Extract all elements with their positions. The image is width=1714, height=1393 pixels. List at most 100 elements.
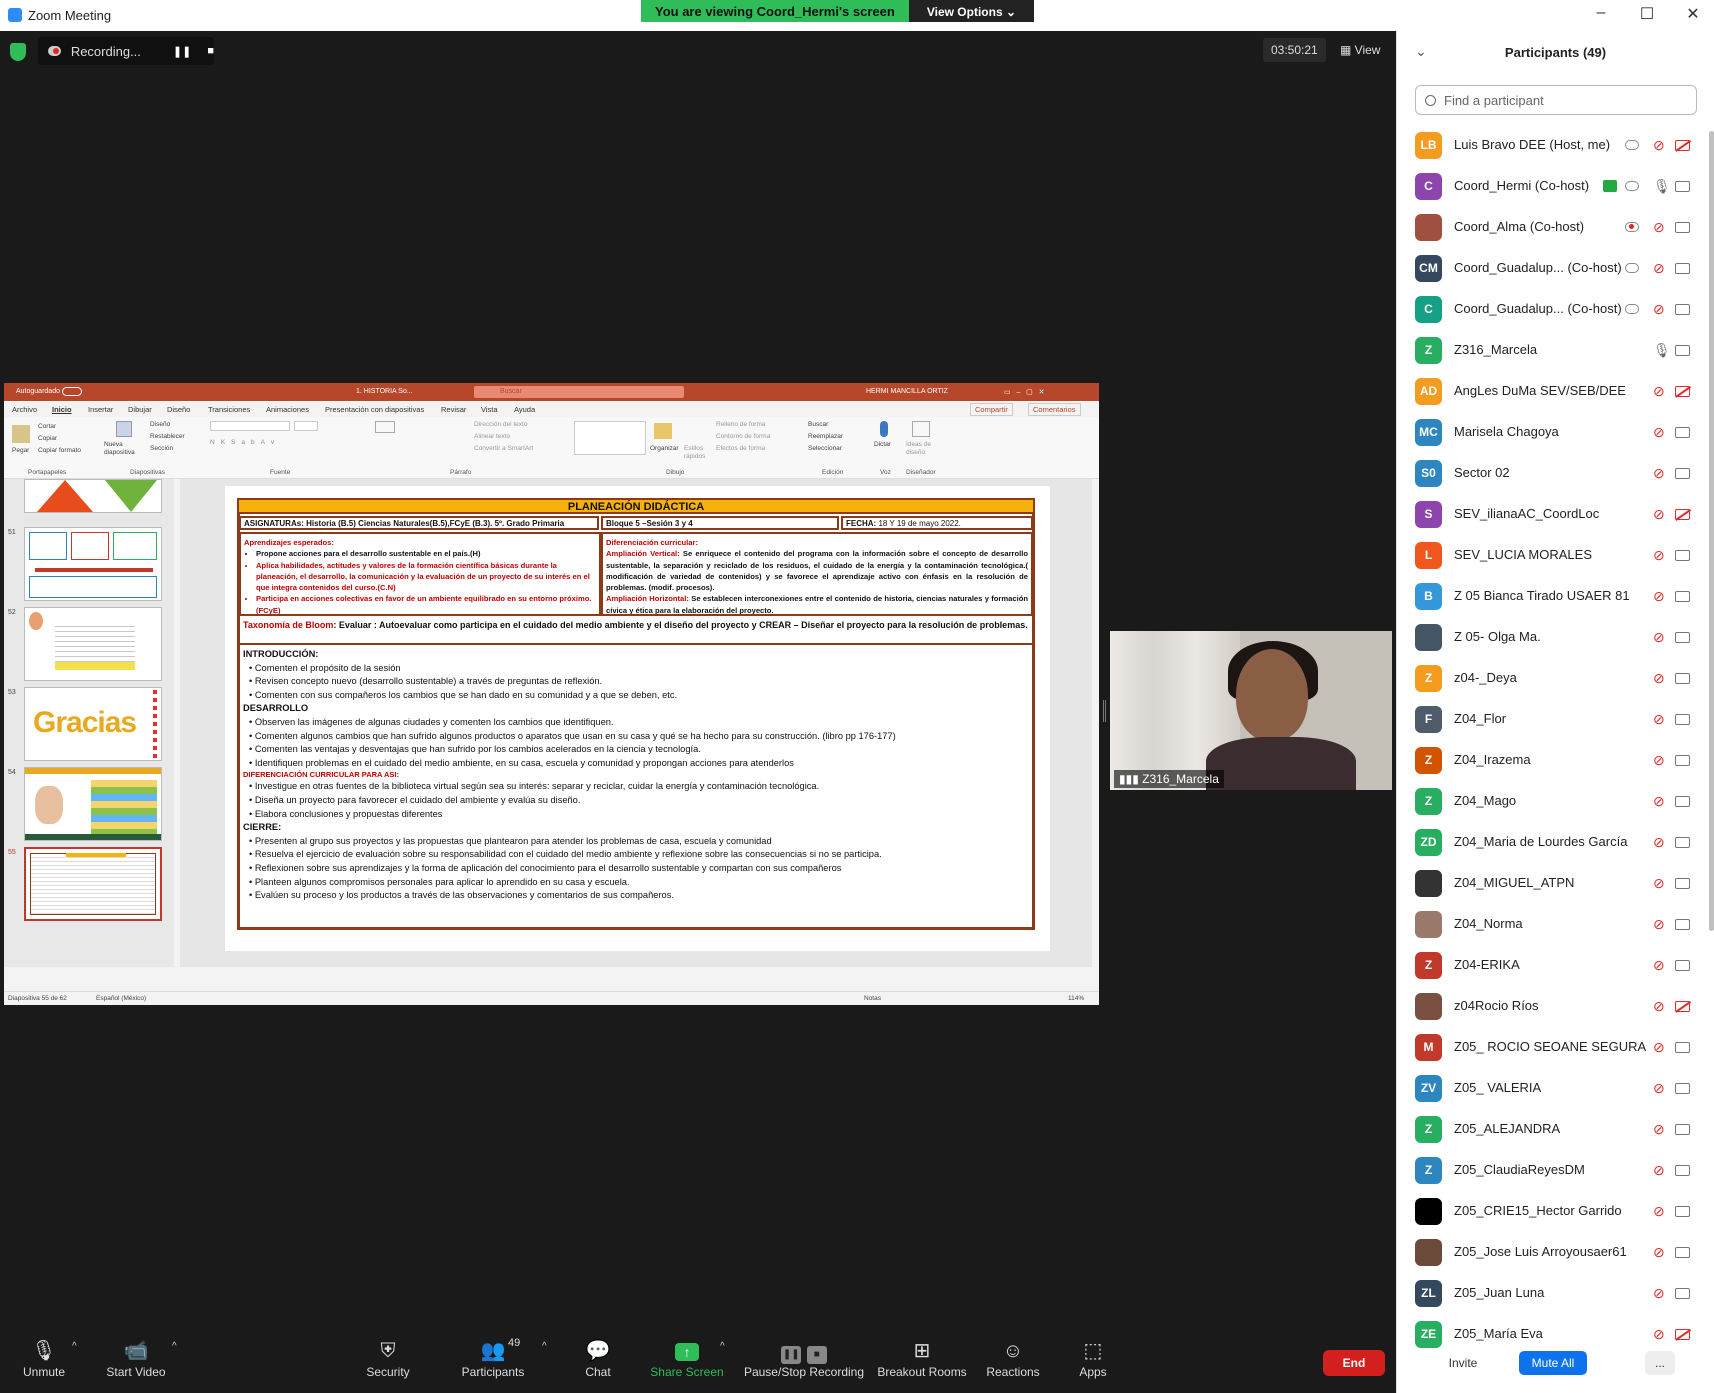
video-icon[interactable] — [1675, 1165, 1690, 1176]
start-video-button[interactable]: 📹 Start Video — [102, 1337, 170, 1379]
video-icon[interactable] — [1675, 673, 1690, 684]
video-icon[interactable] — [1675, 919, 1690, 930]
end-meeting-button[interactable]: End — [1323, 1350, 1385, 1376]
video-icon[interactable] — [1675, 550, 1690, 561]
participant-row[interactable]: MC Marisela Chagoya ⊘ — [1397, 412, 1714, 453]
mic-muted-icon[interactable]: ⊘ — [1653, 547, 1665, 564]
video-icon[interactable] — [1675, 837, 1690, 848]
participant-row[interactable]: Z Z04_Irazema ⊘ — [1397, 740, 1714, 781]
mic-muted-icon[interactable]: ⊘ — [1653, 301, 1665, 318]
mic-muted-icon[interactable]: ⊘ — [1653, 1121, 1665, 1138]
participants-options-caret[interactable]: ^ — [542, 1341, 547, 1352]
video-icon[interactable] — [1675, 263, 1690, 274]
mic-muted-icon[interactable]: ⊘ — [1653, 137, 1665, 154]
mic-muted-icon[interactable]: ⊘ — [1653, 1244, 1665, 1261]
mic-icon[interactable]: 🎙 — [1653, 342, 1671, 359]
view-button[interactable]: ▦ View — [1334, 38, 1386, 62]
stop-recording-icon[interactable]: ■ — [207, 45, 214, 57]
video-icon[interactable] — [1675, 222, 1690, 233]
mic-muted-icon[interactable]: ⊘ — [1653, 1039, 1665, 1056]
video-icon[interactable] — [1675, 468, 1690, 479]
mic-muted-icon[interactable]: ⊘ — [1653, 834, 1665, 851]
participant-row[interactable]: CM Coord_Guadalup... (Co-host) ⊘ — [1397, 248, 1714, 289]
share-screen-button[interactable]: ↑ Share Screen — [648, 1337, 726, 1379]
mic-muted-icon[interactable]: ⊘ — [1653, 219, 1665, 236]
video-icon[interactable] — [1675, 591, 1690, 602]
participant-row[interactable]: Z Z04_Mago ⊘ — [1397, 781, 1714, 822]
participant-row[interactable]: AD AngLes DuMa SEV/SEB/DEE ⊘ — [1397, 371, 1714, 412]
minimize-icon[interactable]: – — [1586, 4, 1616, 22]
pause-stop-recording-button[interactable]: ❚❚ ■ Pause/Stop Recording — [742, 1337, 866, 1379]
video-off-icon[interactable] — [1675, 140, 1690, 151]
maximize-icon[interactable]: ☐ — [1632, 4, 1662, 24]
video-icon[interactable] — [1675, 304, 1690, 315]
video-off-icon[interactable] — [1675, 509, 1690, 520]
participant-row[interactable]: Zz04-_Deya ⊘ — [1397, 658, 1714, 699]
participant-row[interactable]: Z04_Norma ⊘ — [1397, 904, 1714, 945]
video-icon[interactable] — [1675, 181, 1690, 192]
participant-row[interactable]: F Z04_Flor ⊘ — [1397, 699, 1714, 740]
video-icon[interactable] — [1675, 796, 1690, 807]
video-icon[interactable] — [1675, 427, 1690, 438]
participant-row[interactable]: Z 05- Olga Ma. ⊘ — [1397, 617, 1714, 658]
mic-muted-icon[interactable]: ⊘ — [1653, 588, 1665, 605]
participant-row[interactable]: Z05_CRIE15_Hector Garrido ⊘ — [1397, 1191, 1714, 1232]
video-icon[interactable] — [1675, 632, 1690, 643]
participant-row[interactable]: Z Z05_ALEJANDRA ⊘ — [1397, 1109, 1714, 1150]
mic-muted-icon[interactable]: ⊘ — [1653, 1080, 1665, 1097]
participants-scrollbar[interactable] — [1709, 131, 1714, 931]
mic-muted-icon[interactable]: ⊘ — [1653, 424, 1665, 441]
video-icon[interactable] — [1675, 1083, 1690, 1094]
video-off-icon[interactable] — [1675, 386, 1690, 397]
chat-button[interactable]: 💬 Chat — [580, 1337, 616, 1379]
mic-muted-icon[interactable]: ⊘ — [1653, 1285, 1665, 1302]
video-icon[interactable] — [1675, 1247, 1690, 1258]
participant-video-tile[interactable]: ▮▮▮ Z316_Marcela — [1110, 631, 1392, 790]
video-icon[interactable] — [1675, 1042, 1690, 1053]
security-button[interactable]: ⛨ Security — [362, 1337, 414, 1379]
invite-button[interactable]: Invite — [1435, 1351, 1491, 1375]
video-off-icon[interactable] — [1675, 1329, 1690, 1340]
video-icon[interactable] — [1675, 714, 1690, 725]
mic-muted-icon[interactable]: ⊘ — [1653, 916, 1665, 933]
participant-row[interactable]: Z Z316_Marcela 🎙 — [1397, 330, 1714, 371]
video-options-caret[interactable]: ^ — [172, 1341, 177, 1352]
mic-muted-icon[interactable]: ⊘ — [1653, 1162, 1665, 1179]
mic-muted-icon[interactable]: ⊘ — [1653, 465, 1665, 482]
unmute-button[interactable]: 🎙 Unmute — [18, 1337, 70, 1379]
mic-muted-icon[interactable]: ⊘ — [1653, 1326, 1665, 1343]
participant-row[interactable]: B Z 05 Bianca Tirado USAER 81 ⊘ — [1397, 576, 1714, 617]
apps-button[interactable]: ⬚ Apps — [1076, 1337, 1110, 1379]
more-options-button[interactable]: ... — [1645, 1351, 1675, 1375]
participant-row[interactable]: ZL Z05_Juan Luna ⊘ — [1397, 1273, 1714, 1314]
video-icon[interactable] — [1675, 345, 1690, 356]
participant-row[interactable]: ZD Z04_Maria de Lourdes García ⊘ — [1397, 822, 1714, 863]
participant-row[interactable]: ZV Z05_ VALERIA ⊘ — [1397, 1068, 1714, 1109]
security-shield-icon[interactable] — [10, 43, 26, 61]
participant-row[interactable]: Z Z04-ERIKA ⊘ — [1397, 945, 1714, 986]
view-options-button[interactable]: View Options ⌄ — [908, 0, 1035, 22]
mic-muted-icon[interactable]: ⊘ — [1653, 383, 1665, 400]
participant-row[interactable]: S SEV_ilianaAC_CoordLoc ⊘ — [1397, 494, 1714, 535]
share-options-caret[interactable]: ^ — [720, 1341, 725, 1352]
participant-row[interactable]: Z05_Jose Luis Arroyousaer61 ⊘ — [1397, 1232, 1714, 1273]
mic-muted-icon[interactable]: ⊘ — [1653, 506, 1665, 523]
participant-row[interactable]: Z04_MIGUEL_ATPN ⊘ — [1397, 863, 1714, 904]
mic-muted-icon[interactable]: ⊘ — [1653, 629, 1665, 646]
audio-options-caret[interactable]: ^ — [72, 1341, 77, 1352]
participant-row[interactable]: Coord_Alma (Co-host) ⊘ — [1397, 207, 1714, 248]
mic-muted-icon[interactable]: ⊘ — [1653, 260, 1665, 277]
mute-all-button[interactable]: Mute All — [1519, 1351, 1587, 1375]
breakout-rooms-button[interactable]: ⊞ Breakout Rooms — [876, 1337, 968, 1379]
participant-row[interactable]: Z Z05_ClaudiaReyesDM ⊘ — [1397, 1150, 1714, 1191]
pause-recording-icon[interactable]: ❚❚ — [173, 45, 191, 58]
mic-muted-icon[interactable]: ⊘ — [1653, 793, 1665, 810]
mic-muted-icon[interactable]: ⊘ — [1653, 752, 1665, 769]
mic-icon[interactable]: 🎙 — [1653, 178, 1671, 195]
participant-row[interactable]: M Z05_ ROCIO SEOANE SEGURA ⊘ — [1397, 1027, 1714, 1068]
participant-row[interactable]: L SEV_LUCIA MORALES ⊘ — [1397, 535, 1714, 576]
video-icon[interactable] — [1675, 960, 1690, 971]
video-icon[interactable] — [1675, 1288, 1690, 1299]
video-icon[interactable] — [1675, 878, 1690, 889]
mic-muted-icon[interactable]: ⊘ — [1653, 670, 1665, 687]
